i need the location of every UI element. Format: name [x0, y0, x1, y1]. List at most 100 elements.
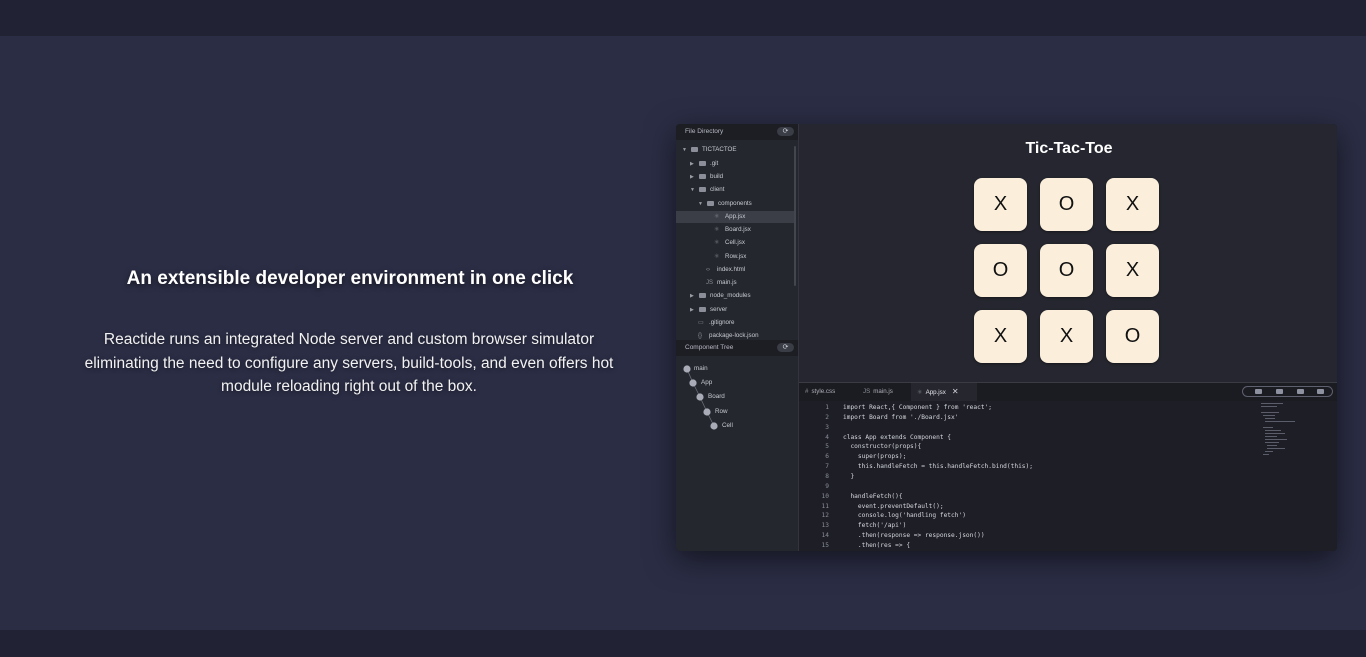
board-cell[interactable]: X: [1106, 178, 1159, 231]
folder-icon: [699, 306, 706, 312]
file-icon: ⚛: [714, 240, 720, 246]
code-text: import Board from './Board.jsx': [843, 413, 959, 421]
board-cell[interactable]: O: [974, 244, 1027, 297]
folder-icon: [699, 173, 706, 179]
file-tree-item[interactable]: JS main.js: [676, 277, 794, 289]
code-line: 13 fetch('/api'): [799, 521, 1239, 531]
code-line: 2 import Board from './Board.jsx': [799, 413, 1239, 423]
file-tree-item[interactable]: ▼ TICTACTOE: [676, 144, 794, 156]
code-line: 8 }: [799, 472, 1239, 482]
file-tree-item[interactable]: ▼ client: [676, 184, 794, 196]
terminal-icon[interactable]: [1255, 389, 1262, 394]
code-text: import React,{ Component } from 'react';: [843, 404, 993, 411]
tree-node-app[interactable]: [689, 379, 697, 387]
code-text: class App extends Component {: [843, 433, 952, 441]
file-tree-item[interactable]: ▼ components: [676, 198, 794, 210]
file-tree-item[interactable]: ▶ node_modules: [676, 290, 794, 302]
tree-label-app: App: [701, 379, 713, 386]
editor-toolbar: [1242, 386, 1333, 397]
refresh-icon[interactable]: ⟳: [777, 127, 794, 136]
file-tree-item[interactable]: ⚛ Cell.jsx: [676, 237, 794, 249]
chevron-down-icon[interactable]: ▼: [682, 144, 691, 156]
chevron-right-icon[interactable]: ▶: [690, 158, 699, 170]
line-number: 3: [825, 423, 829, 431]
code-line: 3: [799, 423, 1239, 433]
line-number: 2: [825, 413, 829, 421]
code-minimap[interactable]: [1261, 403, 1311, 463]
file-tree-item[interactable]: ▶ .git: [676, 158, 794, 170]
file-tree-label: Row.jsx: [725, 253, 747, 260]
file-tree-scrollbar[interactable]: [794, 146, 796, 286]
reactide-app-screenshot: File Directory ⟳ ▼ TICTACTOE ▶ .git ▶ build ▼ c…: [676, 124, 1337, 551]
tree-label-cell: Cell: [722, 422, 733, 429]
board-cell[interactable]: X: [974, 310, 1027, 363]
device-icon[interactable]: [1297, 389, 1304, 394]
code-text: super(props);: [843, 453, 907, 461]
close-icon[interactable]: ✕: [952, 387, 959, 396]
tree-node-cell[interactable]: [710, 422, 718, 430]
file-tree-item[interactable]: ▶ build: [676, 171, 794, 183]
file-tree-label: main.js: [717, 279, 737, 286]
file-icon: ⚛: [714, 254, 720, 260]
file-tree-item[interactable]: ▶ server: [676, 304, 794, 316]
sidebar: File Directory ⟳ ▼ TICTACTOE ▶ .git ▶ build ▼ c…: [676, 124, 799, 551]
tab-main-js[interactable]: JS main.js: [857, 383, 917, 401]
tab-style-css[interactable]: # style.css: [799, 383, 863, 401]
board-cell[interactable]: O: [1106, 310, 1159, 363]
chevron-right-icon[interactable]: ▶: [690, 171, 699, 183]
code-line: 7 this.handleFetch = this.handleFetch.bi…: [799, 462, 1239, 472]
tree-node-main[interactable]: [683, 365, 691, 373]
file-tree-item[interactable]: ▭ .gitignore: [676, 317, 794, 329]
code-text: console.log('handling fetch'): [843, 512, 966, 520]
chevron-down-icon[interactable]: ▼: [690, 184, 699, 196]
tab-label: style.css: [811, 388, 836, 395]
code-text: }: [843, 472, 855, 480]
file-icon: JS: [706, 280, 714, 286]
code-line: 9: [799, 482, 1239, 492]
line-number: 6: [825, 453, 829, 461]
code-editor: # style.css JS main.js ⚛ App.jsx ✕ 1 import R…: [799, 382, 1337, 551]
tree-label-row: Row: [715, 408, 728, 415]
file-tree-item[interactable]: ‹› index.html: [676, 264, 794, 276]
file-tree-label: server: [710, 306, 728, 313]
chevron-right-icon[interactable]: ▶: [690, 290, 699, 302]
react-file-icon: ⚛: [917, 389, 923, 396]
file-tree-item[interactable]: ⚛ Row.jsx: [676, 251, 794, 263]
top-nav-bar: [0, 0, 1366, 36]
refresh-icon[interactable]: ⟳: [777, 343, 794, 352]
tree-label-board: Board: [708, 393, 725, 400]
board-cell[interactable]: X: [974, 178, 1027, 231]
folder-icon: [699, 292, 706, 298]
board-cell[interactable]: X: [1040, 310, 1093, 363]
line-number: 4: [825, 433, 829, 441]
file-tree-label: index.html: [717, 266, 746, 273]
line-number: 11: [821, 502, 829, 510]
folder-icon: [699, 160, 706, 166]
file-tree-item[interactable]: ⚛ Board.jsx: [676, 224, 794, 236]
tree-label-main: main: [694, 365, 708, 372]
code-line: 15 .then(res => {: [799, 541, 1239, 551]
board-cell[interactable]: X: [1106, 244, 1159, 297]
board-cell[interactable]: O: [1040, 244, 1093, 297]
file-directory-title: File Directory: [685, 128, 724, 135]
line-number: 1: [825, 404, 829, 411]
tree-node-board[interactable]: [696, 393, 704, 401]
tree-node-row[interactable]: [703, 408, 711, 416]
code-line: 1 import React,{ Component } from 'react'…: [799, 403, 1239, 413]
browser-icon[interactable]: [1276, 389, 1283, 394]
board-cell[interactable]: O: [1040, 178, 1093, 231]
code-text: event.preventDefault();: [843, 502, 944, 510]
file-tree-label: .gitignore: [709, 319, 735, 326]
code-text: constructor(props){: [843, 443, 922, 451]
chevron-right-icon[interactable]: ▶: [690, 304, 699, 316]
file-tree-item[interactable]: ⚛ App.jsx: [676, 211, 794, 223]
chevron-down-icon[interactable]: ▼: [698, 198, 707, 210]
line-number: 10: [821, 492, 829, 500]
file-tree-label: Cell.jsx: [725, 239, 745, 246]
file-tree-label: TICTACTOE: [702, 146, 737, 153]
code-text: fetch('/api'): [843, 522, 907, 530]
save-icon[interactable]: [1317, 389, 1324, 394]
tab-app-jsx[interactable]: ⚛ App.jsx ✕: [911, 383, 977, 401]
file-tree-label: package-lock.json: [709, 332, 759, 339]
file-icon: ▭: [698, 320, 704, 326]
